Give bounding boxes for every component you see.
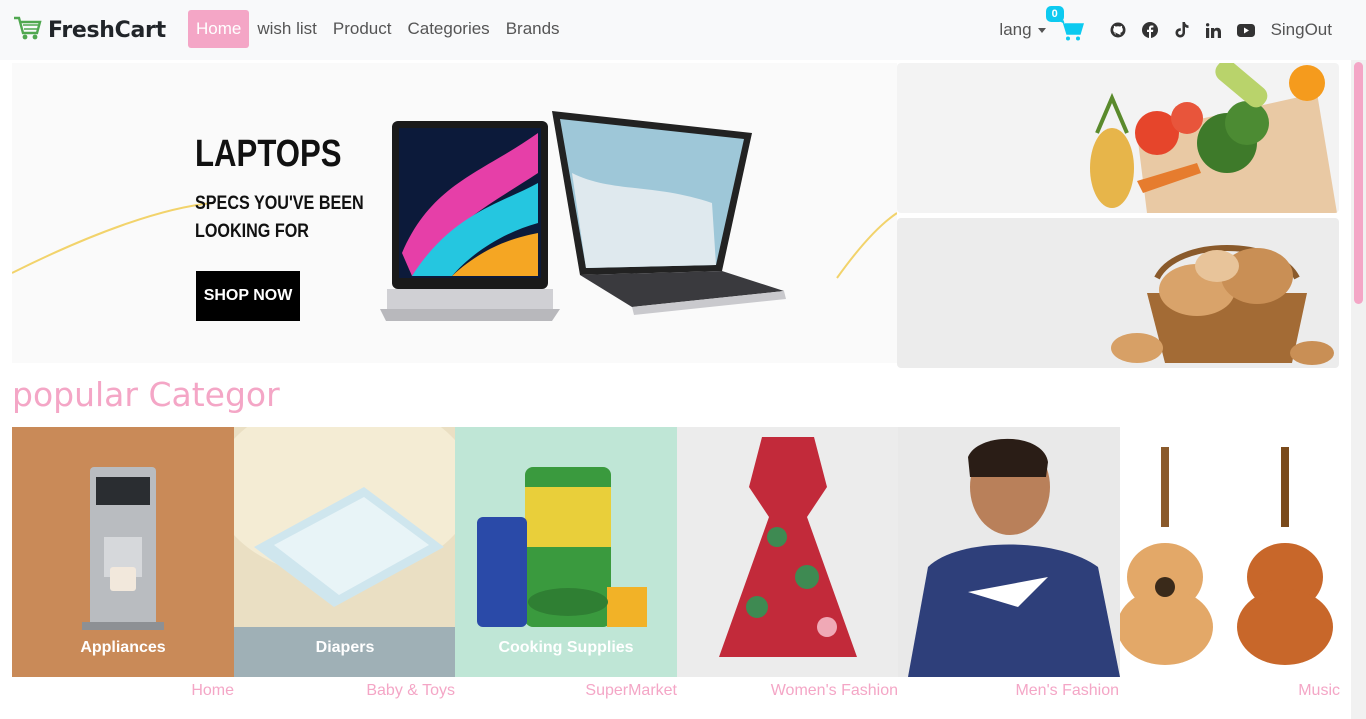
laptop-right-image (552, 111, 786, 315)
nav-wish-list[interactable]: wish list (249, 10, 325, 48)
nav-links: Home wish list Product Categories Brands (188, 10, 568, 48)
slider-title: LAPTOPS (195, 133, 342, 175)
category-card-mens-fashion[interactable] (898, 427, 1120, 677)
popular-categories-title: popular Categor (12, 375, 280, 414)
category-name-appliances[interactable]: Home (191, 682, 234, 700)
lang-dropdown[interactable]: lang (999, 20, 1046, 40)
laptop-left-image (380, 121, 560, 321)
brand-name: FreshCart (48, 18, 166, 43)
category-card-diapers[interactable]: Diapers (234, 427, 456, 677)
category-card-womens-fashion[interactable] (677, 427, 899, 677)
category-image-music (1120, 447, 1333, 665)
groceries-bag-image (1090, 63, 1337, 213)
nav-categories[interactable]: Categories (399, 10, 497, 48)
category-image-womens-fashion (719, 437, 857, 657)
nav-product[interactable]: Product (325, 10, 400, 48)
shop-now-button[interactable]: SHOP NOW (196, 271, 300, 321)
bread-basket-image (1111, 245, 1334, 365)
nav-right: lang 0 SingOut (999, 0, 1366, 60)
linkedin-icon[interactable] (1198, 22, 1230, 38)
category-name-mens-fashion[interactable]: Men's Fashion (1015, 682, 1119, 700)
category-image-label: Diapers (315, 639, 375, 656)
github-icon[interactable] (1102, 22, 1134, 38)
youtube-icon[interactable] (1230, 23, 1262, 37)
cart-count-badge: 0 (1045, 6, 1064, 22)
facebook-icon[interactable] (1134, 22, 1166, 38)
page-scrollbar[interactable] (1351, 60, 1366, 719)
brand[interactable]: FreshCart (12, 14, 166, 47)
category-card-music[interactable] (1120, 427, 1342, 677)
category-name-cooking-supplies[interactable]: SuperMarket (585, 682, 677, 700)
category-image-label: Appliances (80, 639, 166, 656)
cart-button[interactable]: 0 (1045, 6, 1086, 46)
signout-link[interactable]: SingOut (1271, 20, 1332, 40)
navbar: FreshCart Home wish list Product Categor… (0, 0, 1366, 60)
cart-logo-icon (12, 14, 42, 47)
lang-label: lang (999, 20, 1032, 39)
category-name-womens-fashion[interactable]: Women's Fashion (771, 682, 898, 700)
category-name-diapers[interactable]: Baby & Toys (366, 682, 455, 700)
main-slider-image[interactable]: LAPTOPS SPECS YOU'VE BEEN LOOKING FOR SH… (12, 63, 897, 363)
scrollbar-thumb[interactable] (1354, 62, 1363, 304)
groceries-banner-image[interactable] (897, 63, 1339, 213)
category-image-mens-fashion (908, 438, 1120, 677)
cart-icon (1058, 20, 1084, 41)
nav-home[interactable]: Home (188, 10, 250, 48)
nav-brands[interactable]: Brands (498, 10, 568, 48)
tiktok-icon[interactable] (1166, 22, 1198, 38)
bread-banner-image[interactable] (897, 218, 1339, 368)
category-card-appliances[interactable]: Appliances (12, 427, 234, 677)
slider-subtitle: SPECS YOU'VE BEEN LOOKING FOR (195, 193, 364, 242)
category-name-music[interactable]: Music (1298, 682, 1340, 700)
caret-down-icon (1037, 27, 1046, 33)
category-image-label: Cooking Supplies (498, 639, 634, 656)
category-card-cooking-supplies[interactable]: Cooking Supplies (455, 427, 677, 677)
slider-background (12, 111, 897, 321)
